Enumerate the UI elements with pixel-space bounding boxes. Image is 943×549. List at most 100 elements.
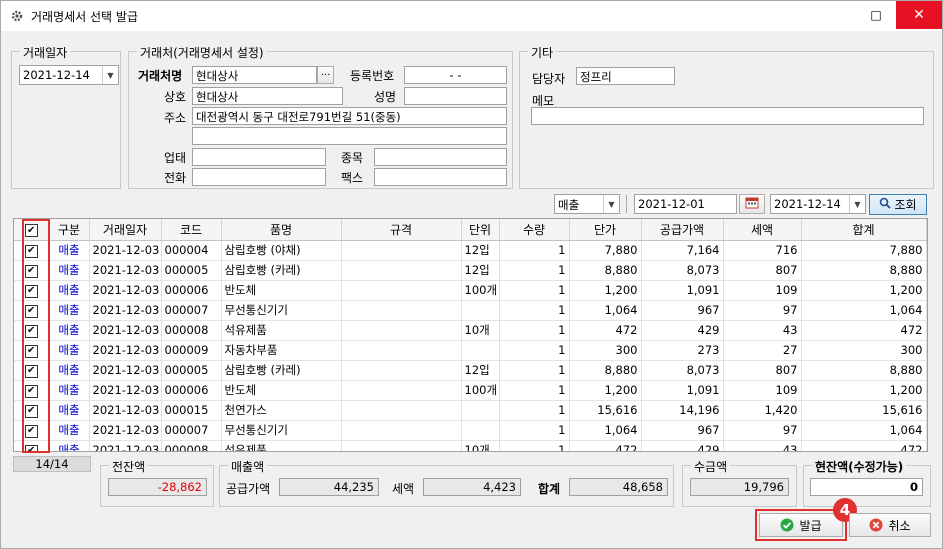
chevron-down-icon[interactable]: ▼ <box>849 195 865 213</box>
sales-type-select[interactable]: 매출 ▼ <box>554 194 620 214</box>
cell-qty[interactable]: 1 <box>499 380 570 401</box>
company-field[interactable]: 현대상사 <box>192 87 343 105</box>
cell-tax[interactable]: 807 <box>723 360 802 381</box>
cell-spec[interactable] <box>341 280 462 301</box>
cell-total[interactable]: 300 <box>801 340 927 361</box>
cell-unit[interactable] <box>461 420 500 441</box>
col-header-product[interactable]: 품명 <box>221 219 342 241</box>
cell-total[interactable]: 472 <box>801 440 927 451</box>
table-row[interactable]: ✔ 매출 2021-12-03 000006 반도체 100개 1 1,200 1,091 109… <box>14 380 927 401</box>
close-button[interactable]: ✕ <box>896 1 942 29</box>
cell-type[interactable]: 매출 <box>49 360 90 381</box>
table-row[interactable]: ✔ 매출 2021-12-03 000004 삼립호빵 (야채) 12입 1 7,880 7,1… <box>14 240 927 261</box>
cell-product[interactable]: 삼립호빵 (카레) <box>221 360 342 381</box>
cell-spec[interactable] <box>341 420 462 441</box>
cell-code[interactable]: 000004 <box>161 240 222 261</box>
cell-qty[interactable]: 1 <box>499 440 570 451</box>
cell-price[interactable]: 1,200 <box>569 280 642 301</box>
cell-unit[interactable] <box>461 340 500 361</box>
cell-product[interactable]: 삼립호빵 (야채) <box>221 240 342 261</box>
cell-spec[interactable] <box>341 440 462 451</box>
cell-tax[interactable]: 1,420 <box>723 400 802 421</box>
cell-supply[interactable]: 14,196 <box>641 400 724 421</box>
business-field[interactable] <box>192 148 326 166</box>
cell-price[interactable]: 15,616 <box>569 400 642 421</box>
cell-price[interactable]: 8,880 <box>569 360 642 381</box>
cell-date[interactable]: 2021-12-03 <box>89 360 162 381</box>
cancel-button[interactable]: 취소 <box>849 513 931 537</box>
cell-spec[interactable] <box>341 240 462 261</box>
cell-price[interactable]: 1,064 <box>569 300 642 321</box>
cell-price[interactable]: 472 <box>569 320 642 341</box>
cell-date[interactable]: 2021-12-03 <box>89 280 162 301</box>
cell-qty[interactable]: 1 <box>499 400 570 421</box>
col-header-type[interactable]: 구분 <box>49 219 90 241</box>
cell-spec[interactable] <box>341 400 462 421</box>
cell-total[interactable]: 8,880 <box>801 360 927 381</box>
table-row[interactable]: ✔ 매출 2021-12-03 000007 무선통신기기 1 1,064 967 97 1,06… <box>14 300 927 321</box>
cell-unit[interactable] <box>461 300 500 321</box>
cell-code[interactable]: 000006 <box>161 380 222 401</box>
cell-qty[interactable]: 1 <box>499 260 570 281</box>
search-button[interactable]: 조회 <box>869 194 927 215</box>
cell-total[interactable]: 472 <box>801 320 927 341</box>
to-date-picker[interactable]: 2021-12-14 ▼ <box>770 194 866 214</box>
col-header-tax[interactable]: 세액 <box>723 219 802 241</box>
cell-unit[interactable] <box>461 400 500 421</box>
cell-total[interactable]: 1,064 <box>801 420 927 441</box>
cell-product[interactable]: 석유제품 <box>221 440 342 451</box>
cell-qty[interactable]: 1 <box>499 240 570 261</box>
cell-type[interactable]: 매출 <box>49 400 90 421</box>
cell-type[interactable]: 매출 <box>49 320 90 341</box>
cell-product[interactable]: 자동차부품 <box>221 340 342 361</box>
cell-tax[interactable]: 109 <box>723 380 802 401</box>
cell-unit[interactable]: 100개 <box>461 280 500 301</box>
cell-date[interactable]: 2021-12-03 <box>89 300 162 321</box>
chevron-down-icon[interactable]: ▼ <box>102 66 118 84</box>
cell-price[interactable]: 7,880 <box>569 240 642 261</box>
cell-code[interactable]: 000007 <box>161 300 222 321</box>
col-header-spec[interactable]: 규격 <box>341 219 462 241</box>
cell-qty[interactable]: 1 <box>499 340 570 361</box>
cell-tax[interactable]: 109 <box>723 280 802 301</box>
cell-tax[interactable]: 43 <box>723 320 802 341</box>
cell-product[interactable]: 석유제품 <box>221 320 342 341</box>
cell-spec[interactable] <box>341 340 462 361</box>
cell-code[interactable]: 000009 <box>161 340 222 361</box>
cell-supply[interactable]: 1,091 <box>641 280 724 301</box>
cell-product[interactable]: 무선통신기기 <box>221 420 342 441</box>
cell-supply[interactable]: 967 <box>641 300 724 321</box>
cell-qty[interactable]: 1 <box>499 320 570 341</box>
cell-supply[interactable]: 8,073 <box>641 260 724 281</box>
address-line1-field[interactable]: 대전광역시 동구 대전로791번길 51(중동) <box>192 107 507 125</box>
cell-type[interactable]: 매출 <box>49 340 90 361</box>
cell-spec[interactable] <box>341 360 462 381</box>
cell-tax[interactable]: 97 <box>723 420 802 441</box>
manager-field[interactable]: 정프리 <box>576 67 675 85</box>
col-header-date[interactable]: 거래일자 <box>89 219 162 241</box>
partner-lookup-button[interactable]: ··· <box>317 66 334 84</box>
cell-spec[interactable] <box>341 380 462 401</box>
cell-qty[interactable]: 1 <box>499 280 570 301</box>
cell-spec[interactable] <box>341 260 462 281</box>
cell-total[interactable]: 1,200 <box>801 380 927 401</box>
cell-type[interactable]: 매출 <box>49 380 90 401</box>
cell-total[interactable]: 15,616 <box>801 400 927 421</box>
cell-date[interactable]: 2021-12-03 <box>89 340 162 361</box>
table-row[interactable]: ✔ 매출 2021-12-03 000015 천연가스 1 15,616 14,196 1,42… <box>14 400 927 421</box>
cell-type[interactable]: 매출 <box>49 300 90 321</box>
cell-total[interactable]: 1,200 <box>801 280 927 301</box>
cell-supply[interactable]: 967 <box>641 420 724 441</box>
cell-type[interactable]: 매출 <box>49 240 90 261</box>
from-date-field[interactable]: 2021-12-01 <box>634 194 737 214</box>
cell-product[interactable]: 삼립호빵 (카레) <box>221 260 342 281</box>
cell-product[interactable]: 반도체 <box>221 380 342 401</box>
cell-price[interactable]: 300 <box>569 340 642 361</box>
table-row[interactable]: ✔ 매출 2021-12-03 000005 삼립호빵 (카레) 12입 1 8,880 8,0… <box>14 260 927 281</box>
partner-name-field[interactable]: 현대상사 <box>192 66 317 84</box>
cell-unit[interactable]: 12입 <box>461 240 500 261</box>
cell-code[interactable]: 000005 <box>161 360 222 381</box>
rep-field[interactable] <box>404 87 507 105</box>
cell-tax[interactable]: 97 <box>723 300 802 321</box>
item-field[interactable] <box>374 148 507 166</box>
